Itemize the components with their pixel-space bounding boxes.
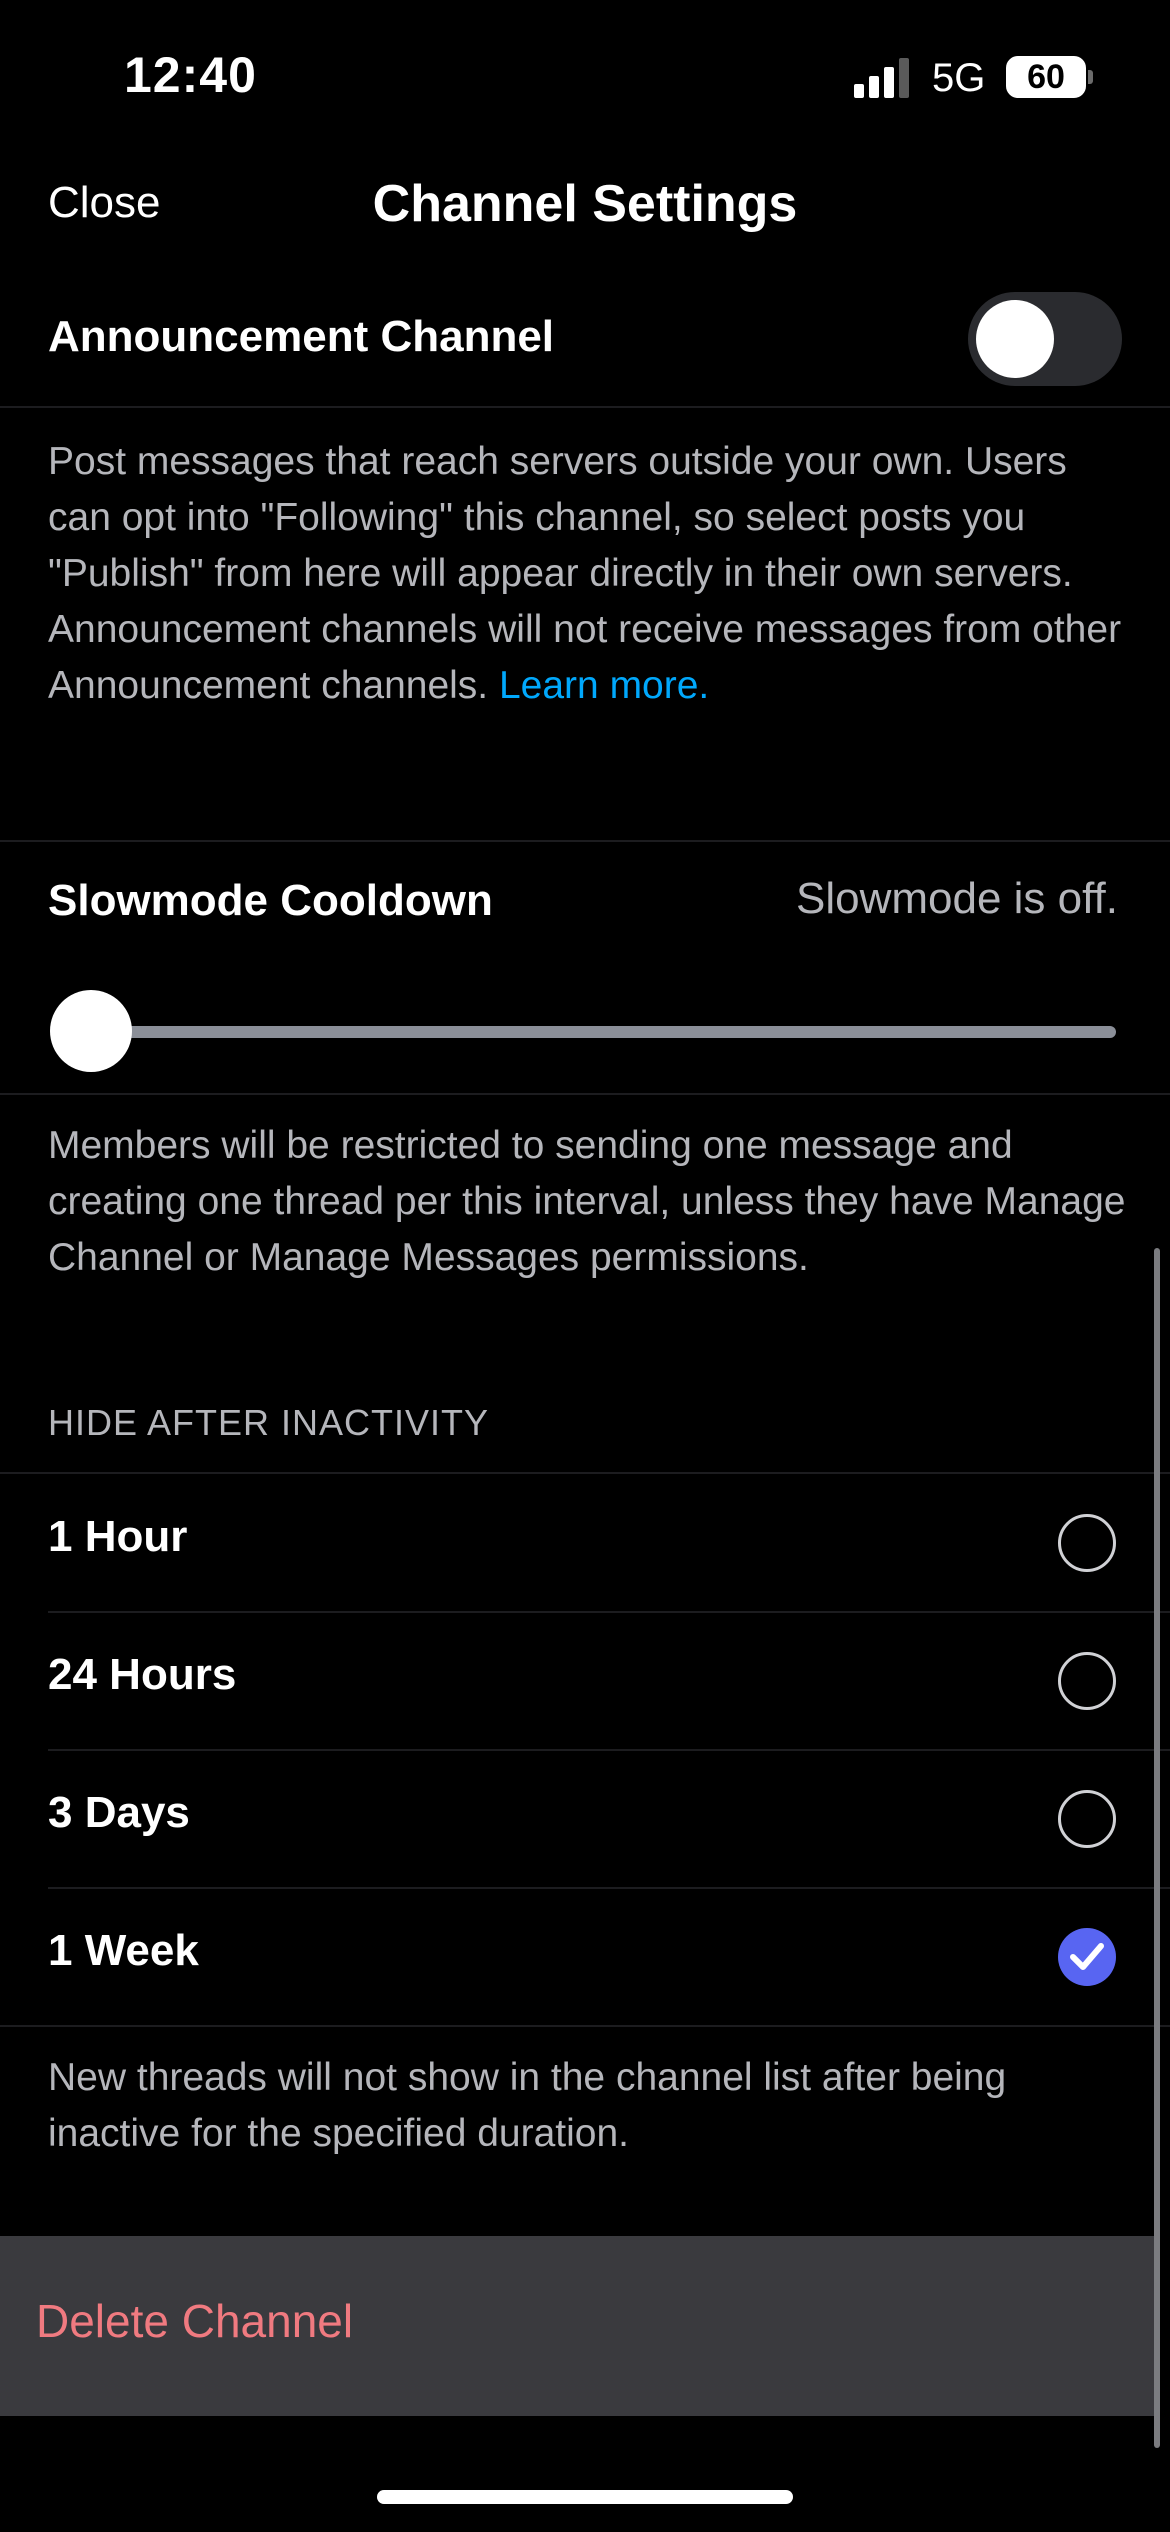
option-3-days[interactable]: 3 Days: [0, 1750, 1170, 1888]
option-label: 3 Days: [48, 1788, 190, 1837]
option-label: 1 Hour: [48, 1512, 188, 1561]
option-label: 1 Week: [48, 1926, 199, 1975]
radio-button[interactable]: [1058, 1514, 1116, 1572]
radio-button-selected[interactable]: [1058, 1928, 1116, 1986]
delete-channel-button[interactable]: Delete Channel: [0, 2236, 1154, 2416]
announcement-channel-toggle[interactable]: [968, 292, 1122, 386]
option-1-hour[interactable]: 1 Hour: [0, 1474, 1170, 1612]
checkmark-icon: [1070, 1943, 1104, 1970]
status-time: 12:40: [124, 47, 257, 103]
option-label: 24 Hours: [48, 1650, 237, 1699]
battery-icon: 60: [1006, 56, 1093, 98]
network-type-label: 5G: [932, 56, 986, 100]
radio-button[interactable]: [1058, 1790, 1116, 1848]
learn-more-link[interactable]: Learn more.: [499, 664, 709, 707]
delete-channel-label: Delete Channel: [36, 2295, 354, 2347]
slowmode-slider-handle[interactable]: [50, 990, 132, 1072]
radio-button[interactable]: [1058, 1652, 1116, 1710]
toggle-knob: [976, 300, 1054, 378]
divider: [0, 840, 1170, 842]
channel-settings-screen: 12:40 5G 60 Close Channel Settings Annou…: [0, 0, 1170, 2532]
home-indicator[interactable]: [377, 2490, 793, 2504]
slowmode-description: Members will be restricted to sending on…: [48, 1124, 1126, 1279]
divider: [0, 406, 1170, 408]
battery-percent: 60: [1027, 58, 1065, 96]
divider: [0, 2025, 1170, 2027]
scrollbar[interactable]: [1154, 1248, 1160, 2448]
option-1-week[interactable]: 1 Week: [0, 1888, 1170, 2026]
cellular-signal-icon: [854, 58, 909, 98]
section-header-hide-after-inactivity: HIDE AFTER INACTIVITY: [48, 1402, 490, 1443]
divider: [0, 1093, 1170, 1095]
page-title: Channel Settings: [372, 175, 798, 233]
slowmode-status: Slowmode is off.: [795, 874, 1118, 923]
announcement-channel-label: Announcement Channel: [48, 312, 555, 361]
slowmode-slider-track[interactable]: [90, 1026, 1116, 1038]
status-bar: 12:40 5G 60: [0, 0, 1170, 150]
inactivity-description: New threads will not show in the channel…: [48, 2056, 1007, 2155]
slowmode-cooldown-label: Slowmode Cooldown: [48, 876, 493, 925]
option-24-hours[interactable]: 24 Hours: [0, 1612, 1170, 1750]
announcement-description: Post messages that reach servers outside…: [48, 434, 1128, 714]
